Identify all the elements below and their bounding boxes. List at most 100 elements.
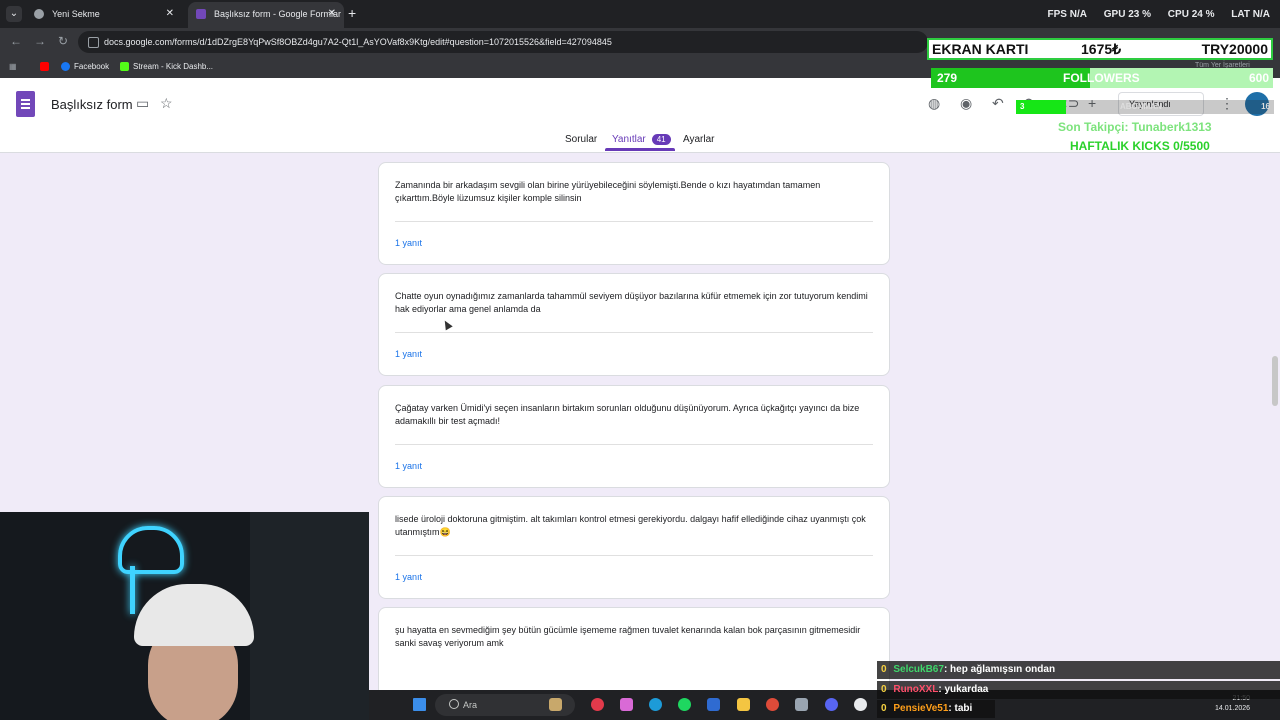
forward-icon[interactable]: → [34, 34, 46, 48]
fps-label: FPS [1047, 9, 1067, 20]
chat-message: 0 SelcukB67: hep ağlamışsın ondan [877, 661, 1280, 679]
copilot-icon[interactable] [620, 698, 633, 711]
chat-message: 0 RunoXXL: yukardaa [877, 681, 1280, 699]
chat-username: PensieVe51 [893, 703, 949, 714]
reload-icon[interactable]: ↻ [58, 34, 68, 48]
preview-eye-icon[interactable]: ◉ [960, 95, 972, 112]
response-card: lisede üroloji doktoruna gitmiştim. alt … [378, 496, 890, 599]
tab-search-button[interactable]: ⌄ [6, 6, 22, 22]
last-follower-text: Son Takipçi: Tunaberk1313 [1058, 120, 1212, 134]
tab-settings[interactable]: Ayarlar [683, 134, 715, 145]
youtube-icon [40, 62, 49, 72]
sub-label: ABONMAN [1120, 102, 1162, 111]
bookmark-facebook[interactable]: Facebook [61, 62, 110, 72]
chat-badge: 0 [881, 684, 887, 695]
lat-label: LAT [1231, 9, 1250, 20]
cpu-label: CPU [1167, 9, 1189, 20]
tab-title: Başlıksız form - Google Formlar [214, 9, 342, 19]
chat-username: RunoXXL [893, 684, 939, 695]
spotify-icon[interactable] [678, 698, 691, 711]
back-icon[interactable]: ← [10, 34, 22, 48]
new-tab-button[interactable]: + [348, 6, 356, 20]
chrome-icon[interactable] [766, 698, 779, 711]
globe-icon [34, 9, 44, 19]
forms-logo-icon[interactable] [16, 91, 35, 117]
subscriber-goal-bar: 3 ABONMAN 16 [1016, 100, 1274, 114]
active-tab-indicator [605, 148, 675, 151]
divider [395, 332, 873, 333]
bookmark-label: Stream - Kick Dashb... [133, 62, 214, 71]
search-icon [449, 699, 459, 709]
followers-goal: 600 [1248, 71, 1269, 85]
chat-text: : tabi [948, 703, 973, 714]
sub-goal: 16 [1261, 102, 1270, 111]
app-icon[interactable] [591, 698, 604, 711]
bookmark-label: Facebook [74, 62, 110, 71]
webcam-feed [0, 512, 369, 720]
chat-badge: 0 [881, 664, 887, 675]
bookmark-youtube[interactable] [40, 62, 53, 72]
divider [395, 555, 873, 556]
followers-goal-bar: 279 FOLLOWERS 600 [931, 68, 1273, 88]
star-icon[interactable]: ☆ [160, 95, 173, 112]
tab-new-tab[interactable]: Yeni Sekme ✕ [26, 2, 182, 28]
file-explorer-icon[interactable] [737, 698, 750, 711]
fps-value: N/A [1069, 9, 1087, 20]
close-icon[interactable]: ✕ [328, 2, 336, 26]
browser-tabbar: ⌄ Yeni Sekme ✕ Başlıksız form - Google F… [0, 0, 1280, 28]
goal-target: TRY20000 [1201, 41, 1268, 57]
form-title[interactable]: Başlıksız form [51, 97, 133, 112]
lat-value: N/A [1252, 9, 1270, 20]
donation-goal-card: EKRAN KARTI 1675₺ TRY20000 [927, 38, 1273, 60]
tab-responses-label: Yanıtlar [612, 134, 646, 145]
response-card: Çağatay varken Ümidi'yi seçen insanların… [378, 385, 890, 488]
performance-stats: FPS N/A GPU 23 % CPU 24 % LAT N/A [1034, 9, 1270, 20]
windows-start-icon[interactable] [413, 698, 426, 711]
settings-gear-icon[interactable] [795, 698, 808, 711]
bookmark-kick[interactable]: Stream - Kick Dashb... [120, 62, 214, 72]
response-count-link[interactable]: 1 yanıt [395, 349, 422, 359]
forms-icon [196, 9, 206, 19]
tab-questions[interactable]: Sorular [565, 134, 597, 145]
response-count-link[interactable]: 1 yanıt [395, 238, 422, 248]
chat-text: : yukardaa [938, 684, 989, 695]
discord-icon[interactable] [825, 698, 838, 711]
url-input[interactable]: docs.google.com/forms/d/1dDZrgE8YqPwSf8O… [78, 31, 928, 53]
clock-date: 14.01.2026 [1215, 705, 1251, 712]
response-text: lisede üroloji doktoruna gitmiştim. alt … [395, 514, 866, 537]
goal-title: EKRAN KARTI [932, 41, 1029, 57]
page-scrollbar[interactable] [1272, 356, 1278, 406]
url-text: docs.google.com/forms/d/1dDZrgE8YqPwSf8O… [104, 37, 612, 47]
tab-responses[interactable]: Yanıtlar 41 [612, 134, 671, 145]
obs-icon[interactable] [854, 698, 867, 711]
response-count-link[interactable]: 1 yanıt [395, 572, 422, 582]
followers-label: FOLLOWERS [1063, 71, 1140, 85]
cpu-value: 24 % [1191, 9, 1215, 20]
followers-count: 279 [937, 71, 958, 85]
undo-icon[interactable]: ↶ [992, 95, 1004, 112]
neon-light [118, 526, 184, 574]
palette-icon[interactable]: ◍ [928, 95, 940, 112]
apps-icon[interactable]: ▦ [9, 62, 17, 71]
facebook-icon [61, 62, 70, 72]
site-info-icon[interactable] [88, 37, 99, 48]
bandana [134, 584, 254, 646]
close-icon[interactable]: ✕ [166, 2, 174, 26]
gpu-value: 23 % [1128, 9, 1152, 20]
response-card: Chatte oyun oynadığımız zamanlarda taham… [378, 273, 890, 376]
folder-icon[interactable]: ▭ [136, 95, 149, 112]
weekly-kicks-text: HAFTALIK KICKS 0/5500 [1070, 139, 1210, 153]
sub-count: 3 [1020, 102, 1025, 111]
goal-current: 1675₺ [1081, 41, 1122, 57]
tab-google-forms[interactable]: Başlıksız form - Google Formlar ✕ [188, 2, 344, 28]
kick-icon [120, 62, 129, 72]
chat-username: SelcukB67 [893, 664, 944, 675]
response-card: Zamanında bir arkadaşım sevgili olan bir… [378, 162, 890, 265]
widgets-icon[interactable] [549, 698, 562, 711]
gpu-label: GPU [1103, 9, 1126, 20]
store-icon[interactable] [707, 698, 720, 711]
divider [395, 221, 873, 222]
edge-icon[interactable] [649, 698, 662, 711]
response-count-link[interactable]: 1 yanıt [395, 461, 422, 471]
divider [395, 444, 873, 445]
